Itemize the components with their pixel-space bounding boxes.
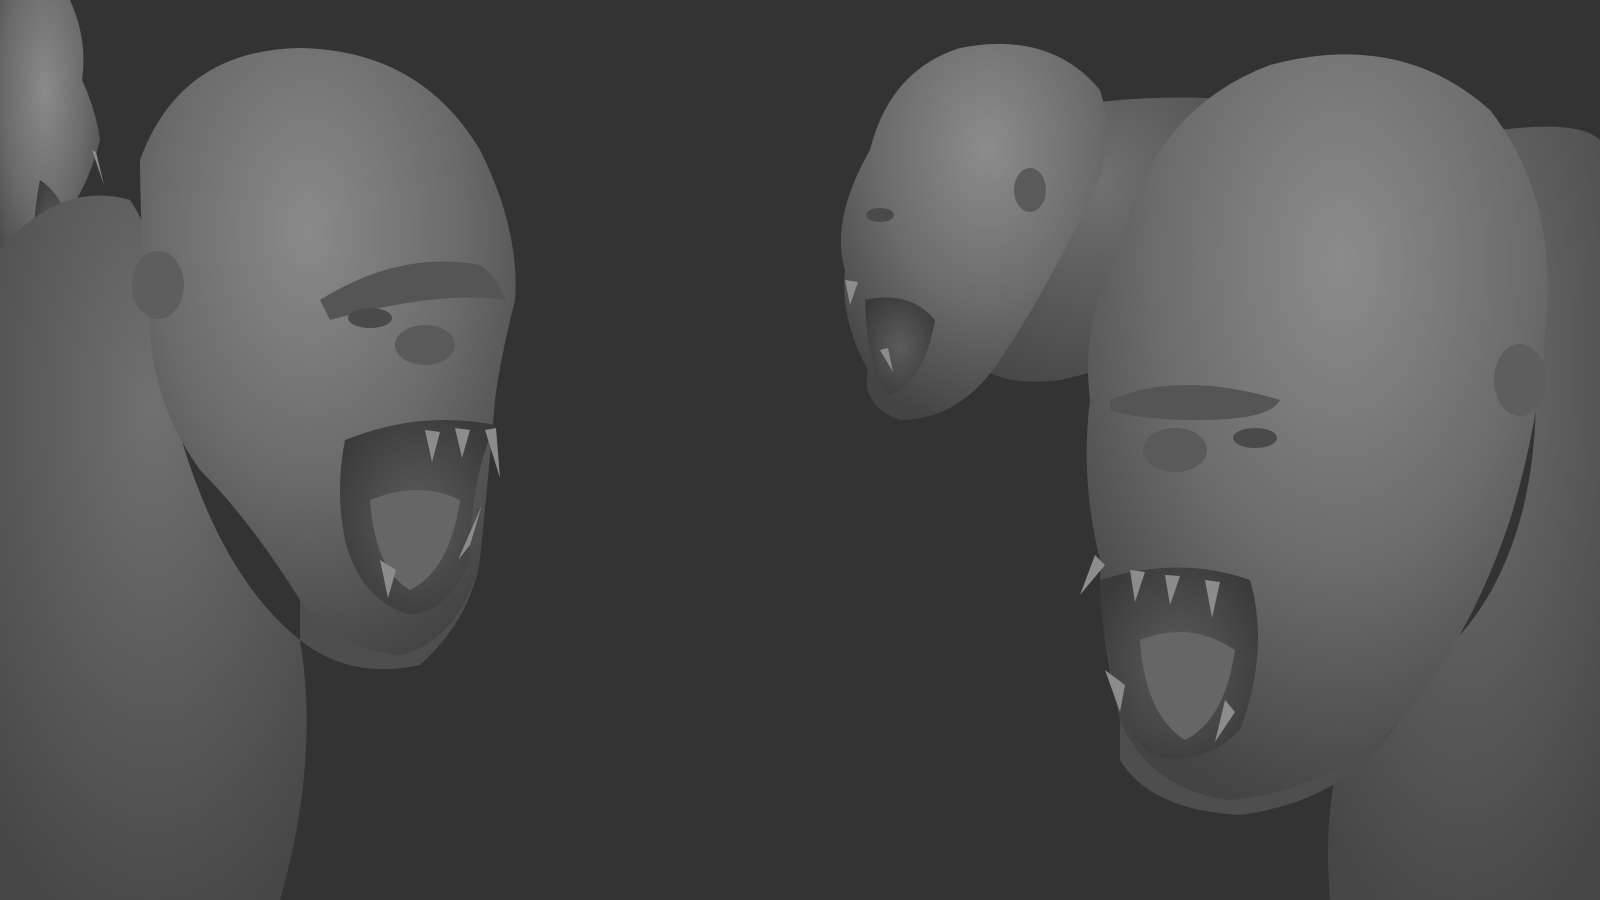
- ape-left-large-ear: [132, 251, 184, 319]
- ape-left-large-nose: [395, 325, 455, 365]
- ape-right-small-eye: [866, 208, 894, 222]
- ape-right-large-nose: [1143, 428, 1207, 472]
- ape-small-left-fang: [92, 150, 104, 185]
- sculpt-render: [0, 0, 1600, 900]
- ape-right-large-ear: [1494, 344, 1546, 416]
- ape-right-large-eye: [1233, 428, 1277, 448]
- roaring-ape-right-large: [1080, 54, 1600, 900]
- ape-left-large-eye: [348, 308, 392, 328]
- sculpt-viewport: [0, 0, 1600, 900]
- ape-right-small-ear: [1014, 168, 1046, 212]
